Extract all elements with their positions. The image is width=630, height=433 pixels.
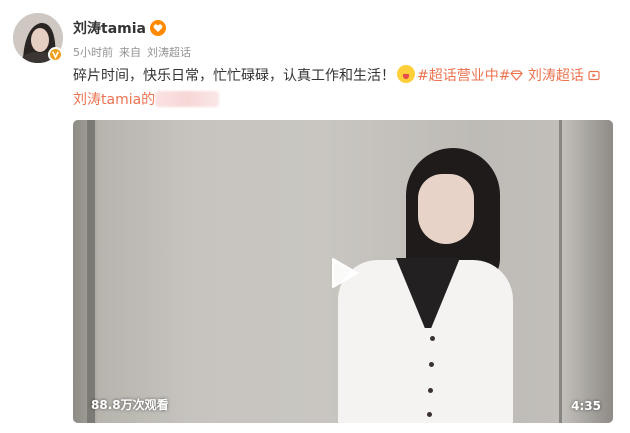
post-text: 碎片时间，快乐日常，忙忙碌碌，认真工作和生活！ #超话营业中# 刘涛超话 刘涛ta… xyxy=(73,64,618,112)
post-source[interactable]: 刘涛超话 xyxy=(147,44,191,60)
cardigan-button xyxy=(428,388,433,393)
username[interactable]: 刘涛tamia xyxy=(73,18,146,38)
weibo-post: 刘涛tamia 5小时前 来自 刘涛超话 碎片时间，快乐日常，忙忙碌碌，认真工作… xyxy=(0,0,630,433)
video-link[interactable]: 刘涛tamia的 xyxy=(73,92,155,108)
cardigan-button xyxy=(429,362,434,367)
cardigan-button xyxy=(430,336,435,341)
post-time[interactable]: 5小时前 xyxy=(73,44,113,60)
hashtag-link[interactable]: #超话营业中# xyxy=(417,68,510,84)
video-player[interactable]: 88.8万次观看 4:35 xyxy=(73,120,613,423)
video-link-icon xyxy=(588,68,600,84)
video-subject xyxy=(328,140,548,423)
post-body: 碎片时间，快乐日常，忙忙碌碌，认真工作和生活！ xyxy=(73,68,395,84)
video-duration: 4:35 xyxy=(571,399,601,413)
supertopic-link[interactable]: 刘涛超话 xyxy=(528,68,584,84)
vip-heart-icon[interactable] xyxy=(149,20,166,36)
cardigan-button xyxy=(427,412,432,417)
view-count: 88.8万次观看 xyxy=(91,398,169,412)
verified-v-icon xyxy=(48,47,63,62)
username-row: 刘涛tamia xyxy=(73,18,166,38)
subject-face xyxy=(418,174,474,244)
wall-edge xyxy=(559,120,562,423)
diamond-icon xyxy=(510,68,524,84)
wall-shadow xyxy=(87,120,95,423)
blurred-text xyxy=(155,91,220,107)
play-icon[interactable] xyxy=(325,255,361,291)
source-prefix: 来自 xyxy=(119,46,141,59)
post-meta: 5小时前 来自 刘涛超话 xyxy=(73,44,191,60)
smile-tongue-emoji xyxy=(397,65,415,83)
